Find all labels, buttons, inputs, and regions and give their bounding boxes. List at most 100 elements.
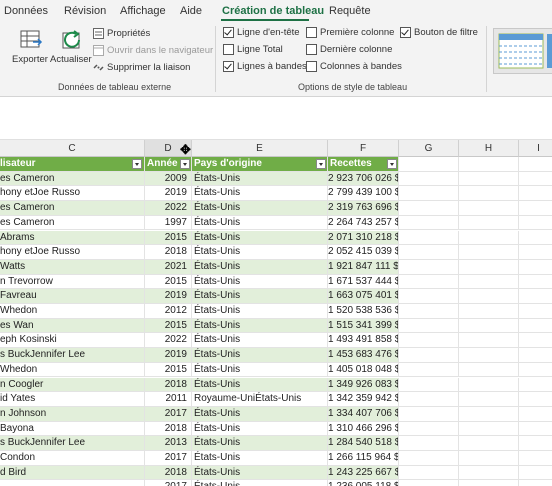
empty-cell[interactable] — [399, 392, 459, 407]
empty-cell[interactable] — [519, 304, 552, 319]
tab-affichage[interactable]: Affichage — [120, 5, 166, 17]
empty-cell[interactable] — [459, 171, 519, 187]
table-cell[interactable]: États-Unis — [192, 451, 328, 466]
table-cell[interactable]: d Bird — [0, 465, 145, 481]
table-cell[interactable]: es Cameron — [0, 215, 145, 231]
empty-cell[interactable] — [459, 245, 519, 260]
table-cell[interactable]: États-Unis — [192, 465, 328, 481]
table-styles-gallery[interactable] — [493, 28, 552, 74]
empty-cell[interactable] — [459, 259, 519, 275]
table-cell[interactable]: 2015 — [145, 230, 192, 246]
empty-cell[interactable] — [519, 363, 552, 378]
table-cell[interactable]: 2 052 415 039 $ — [328, 245, 399, 260]
empty-cell[interactable] — [399, 230, 459, 246]
table-cell[interactable]: États-Unis — [192, 480, 328, 486]
table-cell[interactable]: 2 799 439 100 $ — [328, 186, 399, 202]
filter-button-checkbox[interactable]: Bouton de filtre — [400, 27, 478, 38]
table-cell[interactable]: États-Unis — [192, 201, 328, 216]
table-cell[interactable]: États-Unis — [192, 186, 328, 202]
empty-cell[interactable] — [459, 377, 519, 393]
table-cell[interactable]: États-Unis — [192, 333, 328, 349]
table-cell[interactable]: États-Unis — [192, 171, 328, 187]
empty-cell[interactable] — [459, 186, 519, 202]
table-cell[interactable]: 2 319 763 696 $ — [328, 201, 399, 216]
empty-cell[interactable] — [459, 406, 519, 422]
refresh-button[interactable]: Actualiser — [50, 26, 92, 78]
empty-cell[interactable] — [399, 274, 459, 290]
empty-cell[interactable] — [519, 216, 552, 231]
empty-cell[interactable] — [459, 362, 519, 378]
empty-cell[interactable] — [519, 451, 552, 466]
empty-cell[interactable] — [459, 230, 519, 246]
table-cell[interactable]: hony etJoe Russo — [0, 245, 145, 260]
empty-cell[interactable] — [399, 259, 459, 275]
table-cell[interactable]: 1 342 359 942 $ — [328, 392, 399, 407]
table-cell[interactable]: 2018 — [145, 377, 192, 393]
table-cell[interactable]: 1 671 537 444 $ — [328, 274, 399, 290]
empty-cell[interactable] — [459, 304, 519, 319]
empty-cell[interactable] — [519, 422, 552, 437]
first-column-checkbox[interactable]: Première colonne — [306, 27, 394, 38]
empty-cell[interactable] — [399, 406, 459, 422]
table-cell[interactable]: Abrams — [0, 230, 145, 246]
table-cell[interactable]: États-Unis — [192, 436, 328, 451]
empty-cell[interactable] — [519, 157, 552, 172]
banded-columns-checkbox[interactable]: Colonnes à bandes — [306, 61, 402, 72]
table-cell[interactable]: 2019 — [145, 186, 192, 202]
empty-cell[interactable] — [519, 348, 552, 363]
table-cell[interactable]: 1 310 466 296 $ — [328, 421, 399, 437]
empty-cell[interactable] — [459, 157, 519, 172]
table-cell[interactable] — [0, 480, 145, 486]
export-button[interactable]: Exporter — [10, 26, 52, 78]
column-header-f[interactable]: F — [328, 140, 399, 157]
table-cell[interactable]: Whedon — [0, 304, 145, 319]
table-cell[interactable]: 2012 — [145, 304, 192, 319]
empty-cell[interactable] — [459, 451, 519, 466]
empty-cell[interactable] — [399, 465, 459, 481]
table-cell[interactable]: 1 349 926 083 $ — [328, 377, 399, 393]
table-cell[interactable]: Watts — [0, 259, 145, 275]
table-cell[interactable]: 2019 — [145, 289, 192, 304]
table-cell[interactable]: 2 071 310 218 $ — [328, 230, 399, 246]
unlink-button[interactable]: Supprimer la liaison — [93, 62, 190, 73]
empty-cell[interactable] — [459, 348, 519, 363]
open-in-browser-button[interactable]: Ouvrir dans le navigateur — [93, 45, 213, 56]
table-cell[interactable]: 1997 — [145, 215, 192, 231]
empty-cell[interactable] — [399, 245, 459, 260]
table-cell[interactable]: n Johnson — [0, 406, 145, 422]
table-cell[interactable]: s BuckJennifer Lee — [0, 436, 145, 451]
empty-cell[interactable] — [519, 466, 552, 481]
empty-cell[interactable] — [519, 319, 552, 334]
table-cell[interactable]: n Trevorrow — [0, 274, 145, 290]
tab-donnees[interactable]: Données — [4, 5, 48, 17]
table-cell[interactable]: 2011 — [145, 392, 192, 407]
empty-cell[interactable] — [459, 289, 519, 304]
table-cell[interactable]: 1 921 847 111 $ — [328, 259, 399, 275]
column-header-i[interactable]: I — [519, 140, 552, 157]
table-cell[interactable]: 2019 — [145, 348, 192, 363]
empty-cell[interactable] — [399, 451, 459, 466]
table-cell[interactable]: États-Unis — [192, 259, 328, 275]
properties-button[interactable]: Propriétés — [93, 28, 150, 39]
table-cell[interactable]: 1 520 538 536 $ — [328, 304, 399, 319]
filter-dropdown-icon[interactable] — [132, 159, 142, 169]
table-cell[interactable]: 2022 — [145, 333, 192, 349]
empty-cell[interactable] — [519, 333, 552, 349]
empty-cell[interactable] — [399, 157, 459, 172]
filter-dropdown-icon[interactable] — [316, 159, 326, 169]
table-cell[interactable]: 2013 — [145, 436, 192, 451]
empty-cell[interactable] — [459, 274, 519, 290]
table-cell[interactable]: Whedon — [0, 362, 145, 378]
table-cell[interactable]: 2017 — [145, 480, 192, 486]
empty-cell[interactable] — [519, 275, 552, 290]
table-cell[interactable]: États-Unis — [192, 304, 328, 319]
table-cell[interactable]: 1 405 018 048 $ — [328, 362, 399, 378]
table-cell[interactable]: États-Unis — [192, 274, 328, 290]
empty-cell[interactable] — [399, 377, 459, 393]
tab-requete[interactable]: Requête — [329, 5, 371, 17]
table-cell[interactable]: 2018 — [145, 245, 192, 260]
empty-cell[interactable] — [519, 172, 552, 187]
table-cell[interactable]: n Coogler — [0, 377, 145, 393]
table-cell[interactable]: 2015 — [145, 318, 192, 334]
tab-revision[interactable]: Révision — [64, 5, 106, 17]
